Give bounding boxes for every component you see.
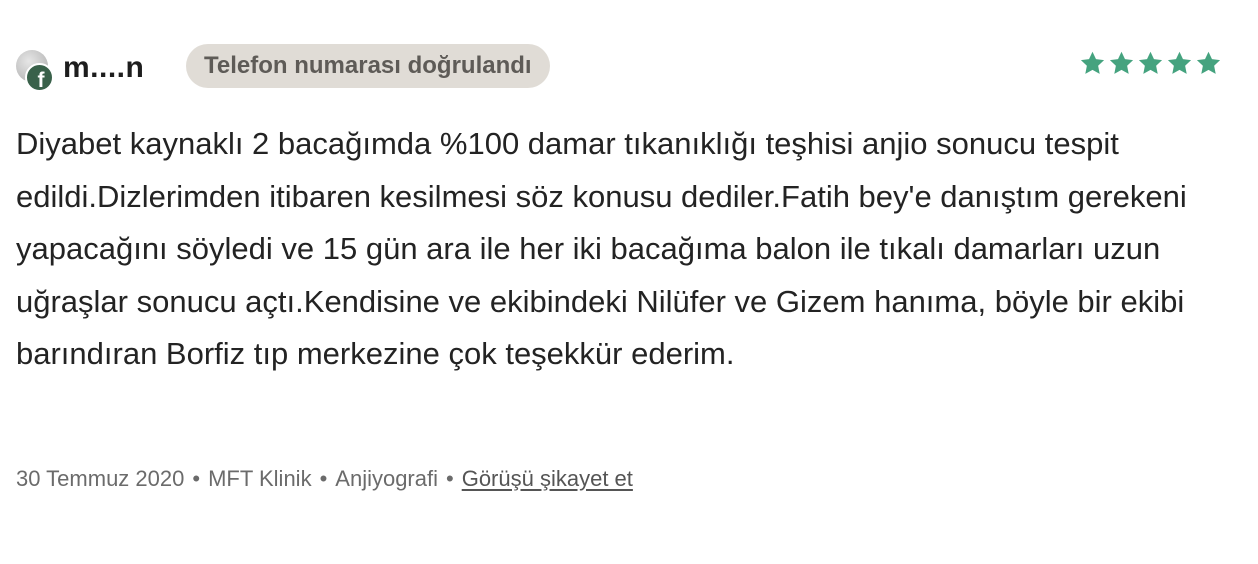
- review-text: Diyabet kaynaklı 2 bacağımda %100 damar …: [16, 126, 1187, 371]
- facebook-glyph: f: [37, 69, 45, 92]
- meta-separator: •: [192, 466, 201, 491]
- reviewer-name: m....n: [63, 51, 145, 84]
- review-date: 30 Temmuz 2020: [16, 466, 185, 491]
- procedure-name: Anjiyografi: [335, 466, 438, 491]
- star-icon: [1108, 50, 1135, 77]
- clinic-name: MFT Klinik: [208, 466, 312, 491]
- review-card: f m....n Telefon numarası doğrulandı Diy…: [0, 0, 1258, 564]
- meta-separator: •: [319, 466, 328, 491]
- reviewer-avatar: f: [16, 50, 56, 92]
- report-review-link[interactable]: Görüşü şikayet et: [462, 466, 633, 491]
- star-icon: [1079, 50, 1106, 77]
- review-meta: 30 Temmuz 2020 • MFT Klinik • Anjiyografi • Gö…: [16, 463, 633, 495]
- star-icon: [1166, 50, 1193, 77]
- rating-stars: [1079, 50, 1222, 77]
- facebook-icon: f: [25, 63, 54, 92]
- meta-separator: •: [446, 466, 454, 491]
- phone-verified-badge: Telefon numarası doğrulandı: [186, 44, 550, 88]
- review-header: f m....n Telefon numarası doğrulandı: [16, 44, 1222, 92]
- star-icon: [1195, 50, 1222, 77]
- star-icon: [1137, 50, 1164, 77]
